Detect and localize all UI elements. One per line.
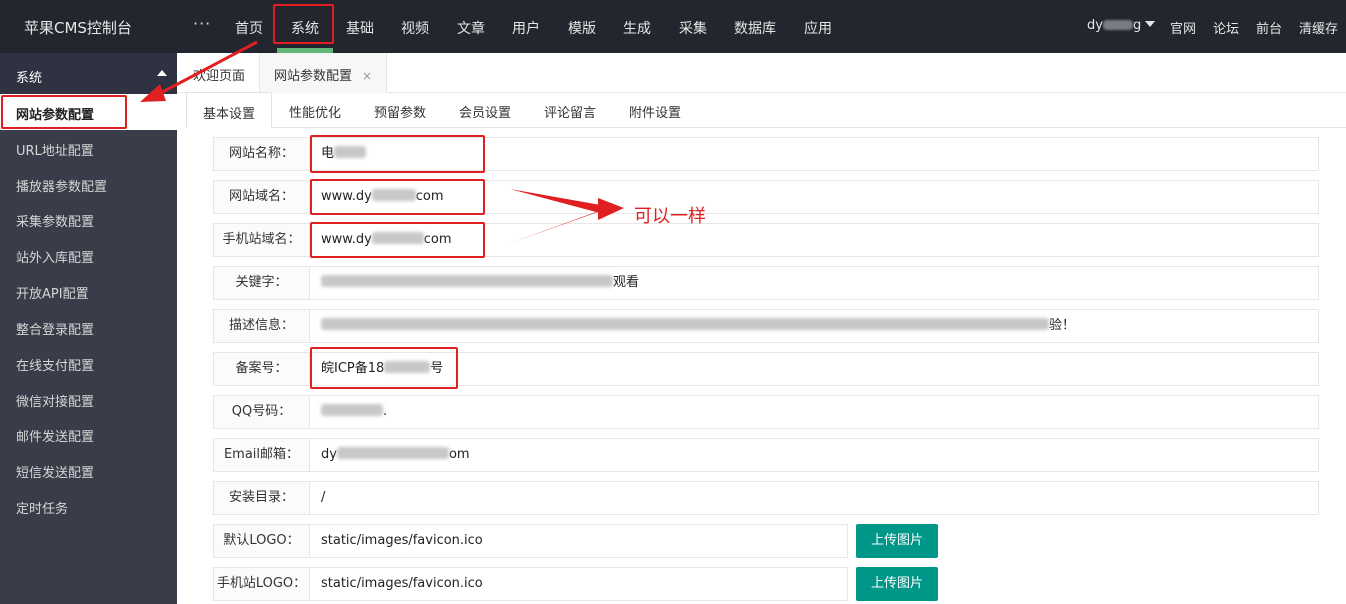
form-row-description: 描述信息： 验！ [213,309,1319,343]
app-title: 苹果CMS控制台 [24,19,132,37]
user-menu[interactable]: dy g [1087,18,1156,33]
tab-basic-settings[interactable]: 基本设置 [186,92,273,128]
user-name: dy [1087,18,1103,33]
sidebar-item-payment-config[interactable]: 在线支付配置 [0,345,177,381]
qq-input[interactable]: . [309,395,1319,429]
nav-database[interactable]: 数据库 [734,18,776,38]
annotation-box-site-name [310,135,485,173]
sidebar-item-sms-config[interactable]: 短信发送配置 [0,452,177,488]
tab-site-config[interactable]: 网站参数配置 × [259,53,388,93]
qq-label: QQ号码： [213,395,310,429]
sidebar-item-api-config[interactable]: 开放API配置 [0,273,177,309]
link-official-site[interactable]: 官网 [1170,18,1196,37]
sidebar-item-mail-config[interactable]: 邮件发送配置 [0,416,177,452]
annotation-box-site-domain [310,179,485,215]
form-row-install-dir: 安装目录： / [213,481,1319,515]
install-dir-label: 安装目录： [213,481,310,515]
top-navbar: 苹果CMS控制台 ··· 首页 系统 基础 视频 文章 用户 模版 生成 采集 … [0,0,1346,53]
sidebar: 系统 网站参数配置 URL地址配置 播放器参数配置 采集参数配置 站外入库配置 … [0,53,177,604]
email-input[interactable]: dy om [309,438,1319,472]
tab-welcome[interactable]: 欢迎页面 [193,53,245,93]
annotation-box-sidebar-item [1,95,127,129]
annotation-text: 可以一样 [634,206,706,227]
close-icon[interactable]: × [362,69,372,83]
more-menu-icon[interactable]: ··· [193,14,211,33]
sidebar-item-cron-tasks[interactable]: 定时任务 [0,488,177,524]
nav-article[interactable]: 文章 [457,18,485,38]
nav-template[interactable]: 模版 [568,18,596,38]
form-row-email: Email邮箱： dy om [213,438,1319,472]
nav-user[interactable]: 用户 [512,18,540,38]
icp-label: 备案号： [213,352,310,386]
sidebar-group-system[interactable]: 系统 [0,53,177,94]
email-label: Email邮箱： [213,438,310,472]
keywords-label: 关键字： [213,266,310,300]
mobile-logo-input[interactable]: static/images/favicon.ico [309,567,848,601]
link-clear-cache[interactable]: 清缓存 [1299,18,1338,37]
sidebar-item-login-config[interactable]: 整合登录配置 [0,309,177,345]
default-logo-label: 默认LOGO： [213,524,310,558]
nav-generate[interactable]: 生成 [623,18,651,38]
form-row-qq: QQ号码： . [213,395,1319,429]
sidebar-item-player-config[interactable]: 播放器参数配置 [0,166,177,202]
upload-mobile-logo-button[interactable]: 上传图片 [856,567,938,601]
sidebar-group-label: 系统 [16,71,43,86]
site-name-label: 网站名称： [213,137,310,171]
install-dir-input[interactable]: / [309,481,1319,515]
description-input[interactable]: 验！ [309,309,1319,343]
tab-comments[interactable]: 评论留言 [544,92,596,128]
tab-performance[interactable]: 性能优化 [289,92,341,128]
sidebar-item-import-config[interactable]: 站外入库配置 [0,237,177,273]
annotation-box-nav-system [273,4,334,44]
form-row-default-logo: 默认LOGO： static/images/favicon.ico 上传图片 [213,524,1319,558]
mobile-logo-label: 手机站LOGO： [213,567,310,601]
chevron-down-icon [1145,21,1156,27]
chevron-up-icon [157,70,167,76]
blurred-username [1102,20,1133,30]
sidebar-item-collect-config[interactable]: 采集参数配置 [0,201,177,237]
sidebar-item-wechat-config[interactable]: 微信对接配置 [0,381,177,417]
mobile-domain-label: 手机站域名： [213,223,310,257]
upload-default-logo-button[interactable]: 上传图片 [856,524,938,558]
form-row-mobile-logo: 手机站LOGO： static/images/favicon.ico 上传图片 [213,567,1319,601]
settings-tabs: 基本设置 性能优化 预留参数 会员设置 评论留言 附件设置 [186,92,1346,128]
icp-input[interactable]: 皖ICP备18 号 [309,352,1319,386]
link-frontend[interactable]: 前台 [1256,18,1282,37]
tab-attachments[interactable]: 附件设置 [629,92,681,128]
annotation-box-mobile-domain [310,222,485,258]
form-row-keywords: 关键字： 观看 [213,266,1319,300]
annotation-box-icp [310,347,458,389]
nav-basic[interactable]: 基础 [346,18,374,38]
nav-video[interactable]: 视频 [401,18,429,38]
nav-home[interactable]: 首页 [235,18,263,38]
sidebar-item-url-config[interactable]: URL地址配置 [0,130,177,166]
tab-member-settings[interactable]: 会员设置 [459,92,511,128]
nav-collect[interactable]: 采集 [679,18,707,38]
default-logo-input[interactable]: static/images/favicon.ico [309,524,848,558]
tab-reserved-params[interactable]: 预留参数 [374,92,426,128]
nav-apps[interactable]: 应用 [804,18,832,38]
keywords-input[interactable]: 观看 [309,266,1319,300]
site-domain-label: 网站域名： [213,180,310,214]
page-tabs: 欢迎页面 网站参数配置 × [177,53,1346,93]
description-label: 描述信息： [213,309,310,343]
link-forum[interactable]: 论坛 [1213,18,1239,37]
